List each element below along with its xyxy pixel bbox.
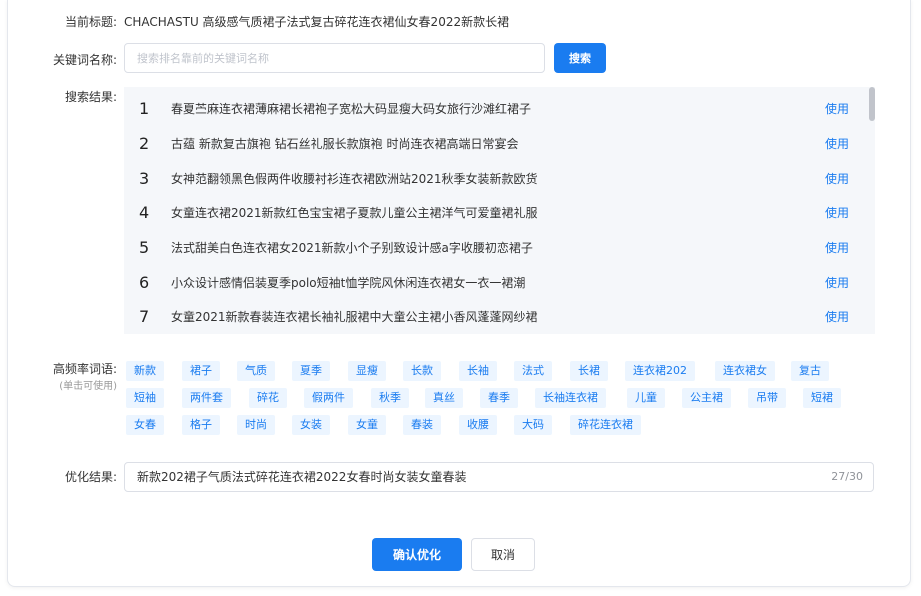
word-tag[interactable]: 碎花: [249, 388, 287, 408]
result-row: 3 女神范翻领黑色假两件收腰衬衫连衣裙欧洲站2021秋季女装新款欧货 使用: [124, 162, 869, 196]
word-tag[interactable]: 儿童: [627, 388, 665, 408]
use-result-link[interactable]: 使用: [825, 300, 849, 334]
result-text: 法式甜美白色连衣裙女2021新款小个子别致设计感a字收腰初恋裙子: [171, 241, 533, 255]
result-row: 4 女童连衣裙2021新款红色宝宝裙子夏款儿童公主裙洋气可爱童裙礼服 使用: [124, 196, 869, 230]
word-tag[interactable]: 假两件: [304, 388, 353, 408]
word-tag[interactable]: 短裙: [803, 388, 841, 408]
use-result-link[interactable]: 使用: [825, 92, 849, 126]
word-tag[interactable]: 法式: [514, 361, 552, 381]
word-tag[interactable]: 春季: [480, 388, 518, 408]
use-result-link[interactable]: 使用: [825, 231, 849, 265]
results-scrollbar[interactable]: [869, 87, 875, 334]
cancel-button[interactable]: 取消: [471, 538, 535, 571]
result-rank: 4: [139, 203, 150, 222]
result-row: 6 小众设计感情侣装夏季polo短袖t恤学院风休闲连衣裙女一衣一裙潮 使用: [124, 266, 869, 300]
word-tag[interactable]: 夏季: [292, 361, 330, 381]
result-row: 5 法式甜美白色连衣裙女2021新款小个子别致设计感a字收腰初恋裙子 使用: [124, 231, 869, 265]
word-tag[interactable]: 短袖: [126, 388, 164, 408]
optimized-result-value: 新款202裙子气质法式碎花连衣裙2022女春时尚女装女童春装: [137, 470, 467, 484]
word-tag[interactable]: 复古: [791, 361, 829, 381]
result-rank: 2: [139, 134, 150, 153]
word-tag[interactable]: 新款: [126, 361, 164, 381]
word-tag[interactable]: 女春: [126, 415, 164, 435]
word-tag[interactable]: 女童: [348, 415, 386, 435]
char-count: 27/30: [831, 470, 863, 483]
word-tag[interactable]: 时尚: [237, 415, 275, 435]
result-text: 春夏苎麻连衣裙薄麻裙长裙袍子宽松大码显瘦大码女旅行沙滩红裙子: [171, 102, 532, 116]
word-tag[interactable]: 裙子: [182, 361, 220, 381]
confirm-optimize-button[interactable]: 确认优化: [372, 538, 462, 571]
search-button[interactable]: 搜索: [554, 43, 606, 73]
result-rank: 6: [139, 273, 150, 292]
use-result-link[interactable]: 使用: [825, 266, 849, 300]
current-title-value: CHACHASTU 高级感气质裙子法式复古碎花连衣裙仙女春2022新款长裙: [124, 15, 510, 29]
keyword-label: 关键词名称:: [52, 53, 117, 67]
use-result-link[interactable]: 使用: [825, 196, 849, 230]
result-rank: 3: [139, 169, 150, 188]
result-text: 古蕴 新款复古旗袍 钻石丝礼服长款旗袍 时尚连衣裙高端日常宴会: [171, 137, 519, 151]
result-rank: 5: [139, 238, 150, 257]
frequent-words-hint: (单击可使用): [59, 381, 117, 392]
word-tag[interactable]: 长袖: [459, 361, 497, 381]
result-rank: 1: [139, 99, 150, 118]
result-text: 女神范翻领黑色假两件收腰衬衫连衣裙欧洲站2021秋季女装新款欧货: [171, 172, 538, 186]
result-rank: 7: [139, 307, 150, 326]
keyword-input[interactable]: [124, 43, 545, 73]
result-row: 2 古蕴 新款复古旗袍 钻石丝礼服长款旗袍 时尚连衣裙高端日常宴会 使用: [124, 127, 869, 161]
word-tag[interactable]: 显瘦: [348, 361, 386, 381]
result-row: 1 春夏苎麻连衣裙薄麻裙长裙袍子宽松大码显瘦大码女旅行沙滩红裙子 使用: [124, 92, 869, 126]
word-tag[interactable]: 两件套: [182, 388, 231, 408]
frequent-words-label: 高频率词语:: [52, 362, 117, 376]
result-row: 7 女童2021新款春装连衣裙长袖礼服裙中大童公主裙小香风蓬蓬网纱裙 使用: [124, 300, 869, 334]
result-text: 小众设计感情侣装夏季polo短袖t恤学院风休闲连衣裙女一衣一裙潮: [171, 276, 526, 290]
optimized-result-label: 优化结果:: [64, 470, 117, 484]
use-result-link[interactable]: 使用: [825, 127, 849, 161]
word-tag[interactable]: 碎花连衣裙: [570, 415, 641, 435]
word-tag[interactable]: 长款: [403, 361, 441, 381]
word-tag[interactable]: 连衣裙女: [715, 361, 775, 381]
word-tag[interactable]: 气质: [237, 361, 275, 381]
optimized-result-input[interactable]: 新款202裙子气质法式碎花连衣裙2022女春时尚女装女童春装 27/30: [124, 462, 874, 492]
result-text: 女童连衣裙2021新款红色宝宝裙子夏款儿童公主裙洋气可爱童裙礼服: [171, 206, 538, 220]
search-results-list[interactable]: 1 春夏苎麻连衣裙薄麻裙长裙袍子宽松大码显瘦大码女旅行沙滩红裙子 使用 2 古蕴…: [124, 87, 875, 334]
word-tag[interactable]: 公主裙: [682, 388, 731, 408]
word-tag[interactable]: 格子: [182, 415, 220, 435]
word-tag[interactable]: 连衣裙202: [625, 361, 695, 381]
word-tag[interactable]: 真丝: [425, 388, 463, 408]
search-results-label: 搜索结果:: [64, 90, 117, 104]
word-tag[interactable]: 大码: [514, 415, 552, 435]
result-text: 女童2021新款春装连衣裙长袖礼服裙中大童公主裙小香风蓬蓬网纱裙: [171, 310, 538, 324]
word-tag[interactable]: 收腰: [459, 415, 497, 435]
use-result-link[interactable]: 使用: [825, 162, 849, 196]
word-tag[interactable]: 秋季: [371, 388, 409, 408]
results-scrollbar-thumb[interactable]: [869, 87, 875, 121]
word-tag[interactable]: 长袖连衣裙: [535, 388, 606, 408]
word-tag[interactable]: 女装: [292, 415, 330, 435]
current-title-label: 当前标题:: [64, 15, 117, 29]
word-tag[interactable]: 长裙: [570, 361, 608, 381]
word-tag[interactable]: 春装: [403, 415, 441, 435]
word-tag[interactable]: 吊带: [748, 388, 786, 408]
